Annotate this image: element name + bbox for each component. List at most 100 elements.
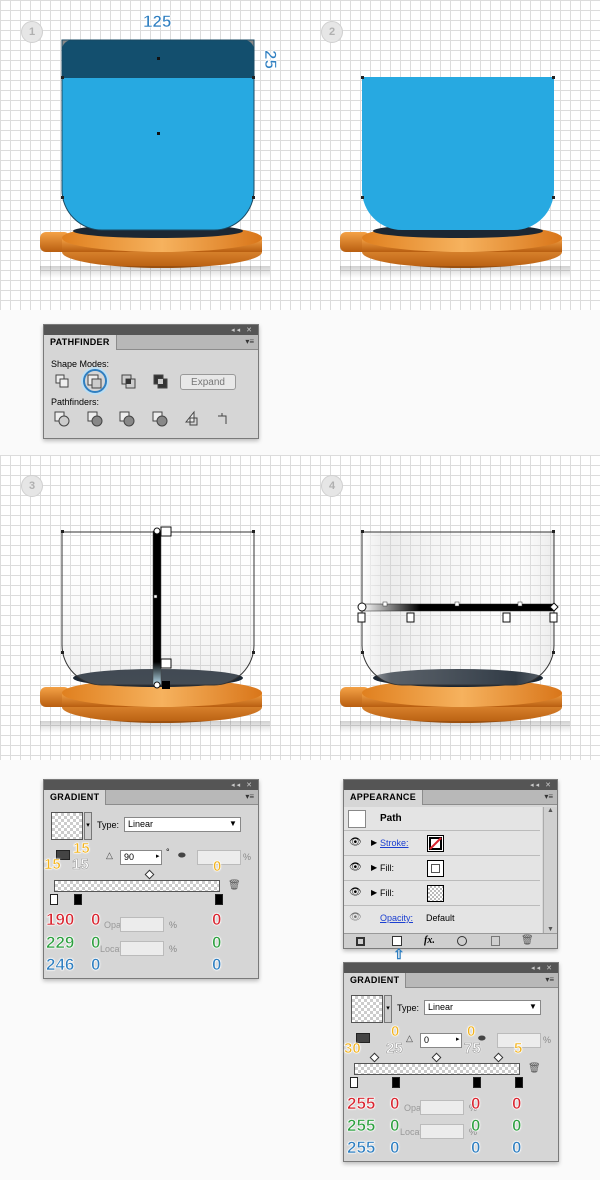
delete-icon[interactable]: 🗑 [521,935,534,946]
annotation-25: 25 [386,1040,403,1058]
swatch-dropdown-icon[interactable]: ▾ [84,812,92,840]
opacity-link[interactable]: Opacity: [380,913,413,923]
rgb-mid-g: 0 [471,1116,481,1136]
rgb-left-g0: 0 [91,933,101,953]
midpoint-diamond[interactable] [144,869,155,880]
stroke-row[interactable]: 👁 ▶ Stroke: [344,832,540,856]
angle-stepper-icon[interactable]: ▸ [156,852,160,860]
opacity-input [420,1100,464,1115]
gradient-stop-right[interactable] [215,894,223,905]
gradient-stop-4[interactable] [515,1077,523,1088]
fill-swatch-2[interactable] [427,885,444,902]
blue-arrow-icon: ⇧ [393,946,405,962]
angle-icon: △ [106,850,113,860]
fill-swatch-1[interactable] [427,860,444,877]
expand-button[interactable]: Expand [180,374,236,390]
rgb-right-b: 0 [512,1138,522,1158]
opacity-row[interactable]: 👁 Opacity: Default [344,907,540,931]
stroke-none-swatch[interactable] [427,835,444,852]
gradient-stop-2[interactable] [392,1077,400,1088]
scrollbar[interactable]: ▲ ▼ [543,807,557,933]
opacity-input [120,917,164,932]
rgb-right-g: 0 [512,1116,522,1136]
location-input [120,941,164,956]
angle-stepper-icon[interactable]: ▸ [456,1035,460,1043]
gradient-slider[interactable] [354,1063,520,1075]
panel-menu-icon[interactable]: ▾≡ [545,975,554,984]
outline-icon [184,410,198,426]
type-label: Type: [397,1003,420,1013]
unite-icon [55,374,69,388]
tab-appearance[interactable]: APPEARANCE [344,790,424,805]
chevron-down-icon[interactable]: ▼ [529,1002,537,1011]
pathfinder-icons [54,410,227,427]
chevron-down-icon[interactable]: ▼ [229,819,237,828]
add-fill-icon[interactable] [392,936,402,946]
panel-top-bar[interactable]: ◂◂ ✕ [44,780,258,790]
rgb-left-g0: 0 [390,1116,400,1136]
midpoint-diamond-3[interactable] [493,1052,504,1063]
gradient-stop-left[interactable] [50,894,58,905]
fill-row-2[interactable]: 👁 ▶ Fill: [344,882,540,906]
gradient-panel-2: ◂◂ ✕ GRADIENT ▾≡ ▾ Type: Linear ▼ △ 0 ▸ ⬬… [343,962,559,1162]
annotation-30: 30 [344,1040,361,1058]
midpoint-diamond-1[interactable] [369,1052,380,1063]
add-stroke-icon[interactable] [356,937,365,946]
panel-top-bar[interactable]: ◂◂ ✕ [44,325,258,335]
cup-shape-1 [61,39,255,231]
clear-icon[interactable] [457,936,467,946]
expand-triangle-icon[interactable]: ▶ [371,838,377,847]
eye-icon[interactable]: 👁 [349,887,362,898]
trash-icon[interactable]: 🗑 [528,1063,541,1074]
panel-menu-icon[interactable]: ▾≡ [245,337,254,346]
expand-triangle-icon[interactable]: ▶ [371,888,377,897]
rgb-mid-r: 0 [471,1094,481,1114]
annotation-15-yellow-b: 15 [44,856,61,874]
type-select[interactable]: Linear [124,817,241,832]
annotation-15-white: 15 [72,856,89,874]
type-select[interactable]: Linear [424,1000,541,1015]
eye-icon[interactable]: 👁 [349,837,362,848]
pathfinders-label: Pathfinders: [51,397,100,407]
shape-mode-icons [55,374,168,389]
fx-icon[interactable]: fx. [424,935,435,946]
height-annotation: 25 [261,50,281,70]
rgb-left-r: 190 [46,910,75,930]
tab-gradient[interactable]: GRADIENT [344,973,407,988]
plate-base-2 [340,224,570,278]
rgb-right-b: 0 [212,955,222,975]
appearance-list: Path 👁 ▶ Stroke: 👁 ▶ Fill: 👁 ▶ Fill: 👁 O… [344,807,542,933]
minus-front-highlight[interactable] [83,369,107,393]
rgb-right-r: 0 [212,910,222,930]
panel-menu-icon[interactable]: ▾≡ [245,792,254,801]
gradient-stop-1[interactable] [350,1077,358,1088]
gradient-swatch[interactable] [51,812,83,840]
tab-pathfinder[interactable]: PATHFINDER [44,335,117,350]
gradient-stop-mid[interactable] [74,894,82,905]
rgb-left-b: 246 [46,955,75,975]
path-title: Path [380,813,402,824]
aspect-percent: % [243,852,252,862]
eye-icon[interactable]: 👁 [349,862,362,873]
exclude-icon [153,374,168,389]
swatch-dropdown-icon[interactable]: ▾ [384,995,392,1023]
fill-row-1[interactable]: 👁 ▶ Fill: [344,857,540,881]
path-row[interactable]: Path [344,807,540,831]
gradient-slider[interactable] [54,880,220,892]
eye-icon[interactable]: 👁 [349,912,362,923]
gradient-stop-3[interactable] [473,1077,481,1088]
panel-menu-icon[interactable]: ▾≡ [544,792,553,801]
midpoint-diamond-2[interactable] [431,1052,442,1063]
fill-label-2: Fill: [380,888,394,898]
trash-icon[interactable]: 🗑 [228,880,241,891]
panel-top-bar[interactable]: ◂◂ ✕ [344,780,557,790]
stroke-label[interactable]: Stroke: [380,838,409,848]
duplicate-icon[interactable] [491,936,500,946]
rgb-left-r: 255 [347,1094,376,1114]
panel-top-bar[interactable]: ◂◂ ✕ [344,963,558,973]
gradient-swatch[interactable] [351,995,383,1023]
glass-shape-3 [61,526,255,689]
shape-modes-label: Shape Modes: [51,359,110,369]
tab-gradient[interactable]: GRADIENT [44,790,107,805]
expand-triangle-icon[interactable]: ▶ [371,863,377,872]
